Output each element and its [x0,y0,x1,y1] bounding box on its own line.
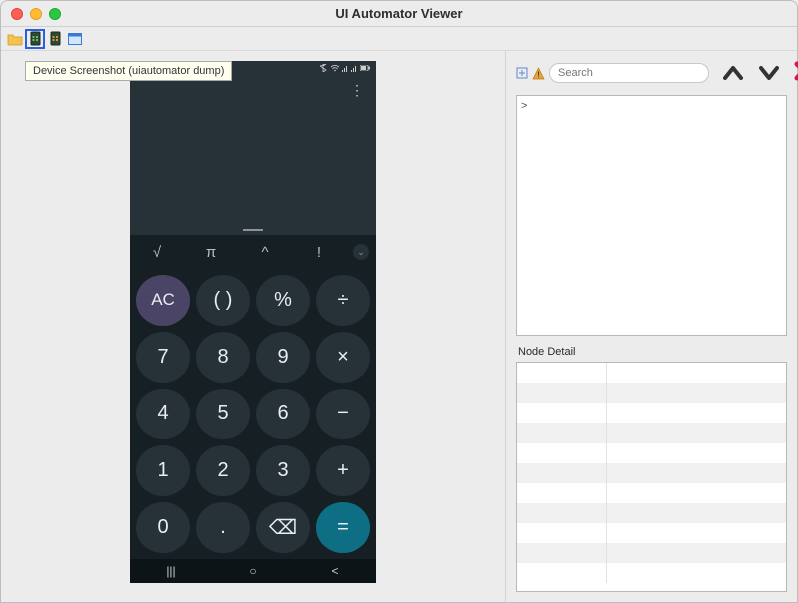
table-row [517,483,786,503]
app-window: UI Automator Viewer Device Screenshot (u… [0,0,798,603]
key-multiply[interactable]: × [316,332,370,383]
inspector-pane: > Node Detail [505,51,797,602]
window-controls [11,8,61,20]
overflow-icon[interactable]: ⋮ [350,82,364,99]
drag-handle-icon [243,229,263,231]
key-divide[interactable]: ÷ [316,275,370,326]
table-row [517,423,786,443]
key-0[interactable]: 0 [136,502,190,553]
search-input[interactable] [549,63,709,83]
nav-home-icon[interactable]: ○ [238,564,268,578]
hierarchy-tree[interactable]: > [516,95,787,336]
expand-icon[interactable]: ⌄ [353,244,369,260]
device-screenshot[interactable]: 1:25 ⋮ √ π [130,61,376,583]
key-4[interactable]: 4 [136,389,190,440]
status-icons [320,64,370,72]
node-detail-section: Node Detail [516,346,787,592]
close-window-icon[interactable] [11,8,23,20]
key-9[interactable]: 9 [256,332,310,383]
window-button[interactable] [65,29,85,49]
node-detail-table [516,362,787,592]
key-backspace[interactable]: ⌫ [256,502,310,553]
table-row [517,563,786,583]
key-6[interactable]: 6 [256,389,310,440]
key-8[interactable]: 8 [196,332,250,383]
signal-icon-2 [351,64,357,72]
clear-button[interactable] [789,58,798,89]
device-screenshot-button[interactable] [25,29,45,49]
key-sqrt[interactable]: √ [137,244,177,261]
prev-button[interactable] [717,62,749,84]
key-equals[interactable]: = [316,502,370,553]
table-row [517,543,786,563]
key-5[interactable]: 5 [196,389,250,440]
zoom-window-icon[interactable] [49,8,61,20]
calc-keypad: AC ( ) % ÷ 7 8 9 × 4 5 6 − 1 2 3 + 0 [130,269,376,559]
table-row [517,403,786,423]
key-pi[interactable]: π [191,244,231,261]
titlebar: UI Automator Viewer [1,1,797,27]
inspector-controls [516,61,787,85]
signal-icon [342,64,348,72]
minimize-window-icon[interactable] [30,8,42,20]
toolbar: Device Screenshot (uiautomator dump) [1,27,797,51]
key-7[interactable]: 7 [136,332,190,383]
screenshot-pane: 1:25 ⋮ √ π [1,51,505,602]
nav-recents-icon[interactable]: ||| [156,564,186,578]
table-row [517,363,786,383]
device-screenshot-compressed-button[interactable] [45,29,65,49]
wifi-icon [331,64,339,72]
key-minus[interactable]: − [316,389,370,440]
bluetooth-icon [320,64,328,72]
table-row [517,383,786,403]
next-button[interactable] [753,62,785,84]
key-3[interactable]: 3 [256,445,310,496]
body: 1:25 ⋮ √ π [1,51,797,602]
nav-back-icon[interactable]: < [320,564,350,578]
open-folder-button[interactable] [5,29,25,49]
key-2[interactable]: 2 [196,445,250,496]
key-factorial[interactable]: ! [299,244,339,261]
key-dot[interactable]: . [196,502,250,553]
phone-navbar: ||| ○ < [130,559,376,583]
key-parens[interactable]: ( ) [196,275,250,326]
tree-root-arrow[interactable]: > [521,100,527,112]
table-row [517,463,786,483]
key-1[interactable]: 1 [136,445,190,496]
calc-display [130,105,376,235]
table-row [517,503,786,523]
battery-icon [360,65,370,71]
key-plus[interactable]: + [316,445,370,496]
warning-icon[interactable] [532,65,545,81]
key-power[interactable]: ^ [245,244,285,261]
key-percent[interactable]: % [256,275,310,326]
tooltip: Device Screenshot (uiautomator dump) [25,61,232,81]
expand-all-icon[interactable] [516,65,528,81]
calc-func-row: √ π ^ ! ⌄ [130,235,376,269]
table-row [517,443,786,463]
window-title: UI Automator Viewer [1,6,797,21]
table-row [517,523,786,543]
node-detail-label: Node Detail [516,346,787,358]
key-ac[interactable]: AC [136,275,190,326]
